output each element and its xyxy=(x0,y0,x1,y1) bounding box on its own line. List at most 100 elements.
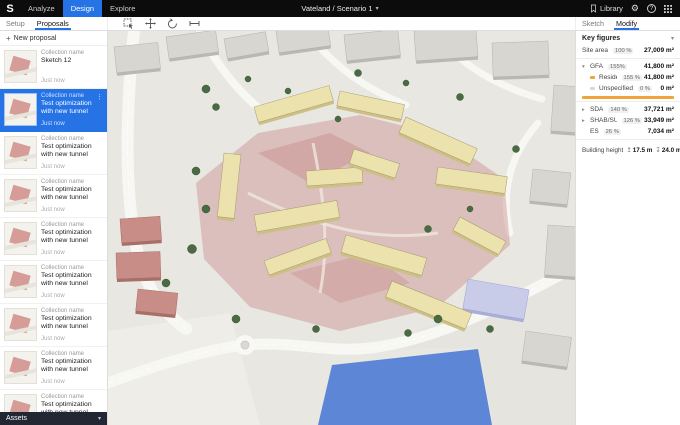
metric-value: 27,009 m² xyxy=(644,47,674,54)
min-height-icon: ↥ xyxy=(626,146,631,154)
measure-tool-button[interactable] xyxy=(188,18,200,30)
chevron-right-icon: ▸ xyxy=(582,107,588,113)
apps-grid-icon[interactable] xyxy=(664,5,672,13)
divider xyxy=(576,101,680,102)
metric-value: 41,800 m² xyxy=(644,74,674,81)
map-canvas[interactable] xyxy=(108,31,575,425)
card-timestamp: Just now xyxy=(41,336,103,342)
help-icon[interactable]: ? xyxy=(647,4,656,13)
proposal-list: Collection name Sketch 12 Just now Colle… xyxy=(0,46,107,412)
tab-setup[interactable]: Setup xyxy=(0,17,31,30)
metric-row-shab-su[interactable]: ▸ SHAB/SU 126 % 33,949 m² xyxy=(576,115,680,126)
proposal-card-selected[interactable]: Collection name Test optimization with n… xyxy=(0,89,107,132)
metric-percent-badge: 155% xyxy=(608,64,627,70)
library-button[interactable]: Library xyxy=(590,4,623,13)
select-tool-button[interactable] xyxy=(122,18,134,30)
card-collection: Collection name xyxy=(41,265,103,271)
assets-label: Assets xyxy=(6,415,27,422)
project-title: Vateland / Scenario 1 xyxy=(301,4,372,13)
proposal-thumbnail xyxy=(4,222,37,255)
chevron-down-icon: ▾ xyxy=(671,35,674,42)
card-menu-icon[interactable]: ⋮ xyxy=(96,93,103,127)
proposal-card[interactable]: Collection name Sketch 12 Just now xyxy=(0,46,107,89)
proposal-card[interactable]: Collection name Test optimization with n… xyxy=(0,304,107,347)
top-bar: S Analyze Design Explore Vateland / Scen… xyxy=(0,0,680,17)
proposal-card[interactable]: Collection name Test optimization with n… xyxy=(0,390,107,412)
project-title-dropdown[interactable]: Vateland / Scenario 1 ▾ xyxy=(301,4,378,13)
building-height-label: Building height xyxy=(582,147,623,154)
tab-sketch[interactable]: Sketch xyxy=(576,17,610,30)
metric-row-gfa[interactable]: ▾ GFA 155% 41,800 m² xyxy=(576,61,680,72)
divider xyxy=(576,58,680,59)
card-timestamp: Just now xyxy=(41,164,103,170)
proposal-card[interactable]: Collection name Test optimization with n… xyxy=(0,218,107,261)
metric-row-residential: Residential 155 % 41,800 m² xyxy=(576,72,680,83)
new-proposal-button[interactable]: + New proposal xyxy=(0,31,107,46)
metric-row-es: ES 26 % 7,034 m² xyxy=(576,126,680,137)
nav-analyze[interactable]: Analyze xyxy=(20,0,63,17)
proposal-thumbnail xyxy=(4,394,37,412)
proposals-sidebar: + New proposal Collection name Sketch 12… xyxy=(0,31,108,425)
tab-modify[interactable]: Modify xyxy=(610,17,643,30)
metric-percent-badge: 126 % xyxy=(622,118,642,124)
roundabout xyxy=(235,335,255,355)
card-collection: Collection name xyxy=(41,308,103,314)
metric-row-sda[interactable]: ▸ SDA 140 % 37,721 m² xyxy=(576,104,680,115)
metric-value: 0 m² xyxy=(660,85,674,92)
key-figures-title: Key figures xyxy=(582,35,620,42)
card-collection: Collection name xyxy=(41,93,92,99)
proposal-card[interactable]: Collection name Test optimization with n… xyxy=(0,175,107,218)
undo-rotate-tool-button[interactable] xyxy=(166,18,178,30)
card-title: Test optimization with new tunnel xyxy=(41,229,103,245)
metric-label: SHAB/SU xyxy=(590,117,617,124)
card-timestamp: Just now xyxy=(41,121,92,127)
nav-explore[interactable]: Explore xyxy=(102,0,143,17)
max-height-input[interactable]: ↧ 24.0 m xyxy=(655,146,680,154)
metric-value: 37,721 m² xyxy=(644,106,674,113)
card-title: Test optimization with new tunnel xyxy=(41,143,103,159)
app-window: S Analyze Design Explore Vateland / Scen… xyxy=(0,0,680,425)
proposal-thumbnail xyxy=(4,179,37,212)
card-title: Sketch 12 xyxy=(41,57,84,65)
new-proposal-label: New proposal xyxy=(14,35,57,42)
card-title: Test optimization with new tunnel xyxy=(41,100,92,116)
card-collection: Collection name xyxy=(41,222,103,228)
metric-value: 33,949 m² xyxy=(644,117,674,124)
card-collection: Collection name xyxy=(41,50,84,56)
max-height-icon: ↧ xyxy=(655,146,660,154)
plus-icon: + xyxy=(6,34,11,43)
spacemaker-logo-icon[interactable]: S xyxy=(0,0,20,17)
building-height-row: Building height ↥ 17.5 m ↧ 24.0 m xyxy=(576,142,680,158)
proposal-card[interactable]: Collection name Test optimization with n… xyxy=(0,347,107,390)
min-height-value: 17.5 m xyxy=(633,147,653,154)
card-timestamp: Just now xyxy=(41,250,103,256)
card-title: Test optimization with new tunnel xyxy=(41,315,103,331)
proposal-thumbnail xyxy=(4,136,37,169)
topbar-actions: Library ⚙ ? xyxy=(590,0,680,17)
settings-gear-icon[interactable]: ⚙ xyxy=(631,0,639,17)
nav-design[interactable]: Design xyxy=(63,0,102,17)
assets-bar[interactable]: Assets ▾ xyxy=(0,412,107,425)
proposal-thumbnail xyxy=(4,351,37,384)
key-figures-header[interactable]: Key figures ▾ xyxy=(576,31,680,45)
metric-percent-badge: 0 % xyxy=(638,86,652,92)
canvas-tools xyxy=(122,17,200,30)
move-tool-button[interactable] xyxy=(144,18,156,30)
card-collection: Collection name xyxy=(41,394,103,400)
metric-label: Residential xyxy=(599,74,617,81)
min-height-input[interactable]: ↥ 17.5 m xyxy=(626,146,652,154)
metric-label: Site area xyxy=(582,47,608,54)
metric-percent-badge: 26 % xyxy=(604,129,621,135)
metric-label: ES xyxy=(590,128,599,135)
panel-tabs: Sketch Modify xyxy=(575,17,680,30)
gfa-distribution-bar xyxy=(582,96,674,99)
card-collection: Collection name xyxy=(41,179,103,185)
proposal-card[interactable]: Collection name Test optimization with n… xyxy=(0,261,107,304)
card-timestamp: Just now xyxy=(41,207,103,213)
proposal-thumbnail xyxy=(4,308,37,341)
tab-proposals[interactable]: Proposals xyxy=(31,17,75,30)
divider xyxy=(576,139,680,140)
proposal-card[interactable]: Collection name Test optimization with n… xyxy=(0,132,107,175)
unspecified-color-chip xyxy=(590,87,595,90)
chevron-down-icon: ▾ xyxy=(98,415,101,422)
